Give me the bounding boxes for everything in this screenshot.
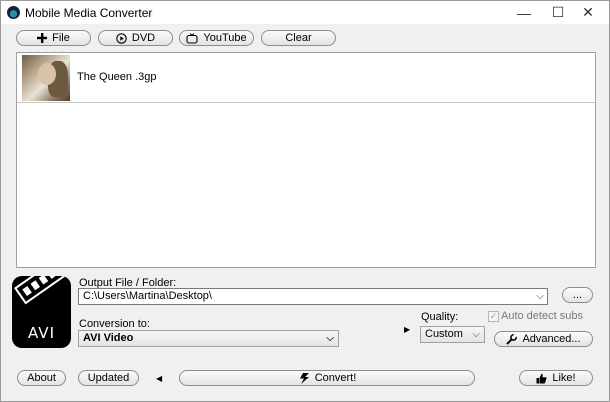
dvd-label: DVD (131, 32, 156, 44)
convert-label: Convert! (314, 372, 357, 384)
youtube-button[interactable]: YouTube (179, 30, 254, 46)
about-button[interactable]: About (17, 370, 66, 386)
add-file-button[interactable]: File (16, 30, 91, 46)
file-list[interactable]: The Queen .3gp (16, 52, 596, 268)
app-icon (7, 6, 20, 19)
window-title: Mobile Media Converter (25, 6, 153, 20)
chevron-down-icon: ⌵ (472, 329, 480, 340)
expand-right-icon[interactable]: ▶ (404, 325, 410, 334)
dvd-button[interactable]: DVD (98, 30, 173, 46)
clear-button[interactable]: Clear (261, 30, 336, 46)
output-path-field[interactable]: C:\Users\Martina\Desktop\ ⌵ (78, 288, 548, 305)
chevron-down-icon: ⌵ (326, 333, 334, 344)
clear-label: Clear (285, 32, 312, 44)
lightning-icon (298, 372, 310, 384)
format-logo-text: AVI (28, 324, 55, 342)
list-item[interactable]: The Queen .3gp (17, 53, 595, 103)
updated-label: Updated (87, 372, 130, 384)
like-button[interactable]: Like! (519, 370, 593, 386)
main-window: Mobile Media Converter — ☐ ✕ File DVD Yo… (0, 0, 610, 402)
wrench-icon (506, 333, 518, 345)
chevron-down-icon[interactable]: ⌵ (536, 289, 544, 304)
add-file-label: File (52, 32, 70, 44)
quality-label: Quality: (421, 311, 459, 323)
convert-button[interactable]: Convert! (179, 370, 475, 386)
film-strip-icon (14, 276, 71, 305)
updated-button[interactable]: Updated (78, 370, 139, 386)
quality-value: Custom (425, 328, 463, 340)
thumbs-up-icon (536, 373, 547, 384)
output-path-value: C:\Users\Martina\Desktop\ (83, 290, 212, 302)
conversion-select[interactable]: AVI Video ⌵ (78, 330, 339, 347)
advanced-label: Advanced... (522, 333, 581, 345)
plus-icon (37, 33, 48, 43)
auto-detect-subs-checkbox[interactable]: ✓ (488, 311, 499, 322)
collapse-left-icon[interactable]: ◀ (156, 374, 162, 383)
browse-label: ... (572, 289, 583, 301)
tv-icon (186, 32, 198, 44)
browse-button[interactable]: ... (562, 287, 593, 303)
video-thumbnail (22, 55, 70, 101)
like-label: Like! (552, 372, 576, 384)
disc-play-icon (116, 32, 127, 44)
conversion-label: Conversion to: (79, 318, 150, 330)
title-bar: Mobile Media Converter — ☐ ✕ (1, 1, 609, 24)
advanced-button[interactable]: Advanced... (494, 331, 593, 347)
quality-select[interactable]: Custom ⌵ (420, 326, 485, 343)
conversion-value: AVI Video (83, 332, 134, 344)
auto-detect-subs-label: Auto detect subs (501, 310, 583, 322)
about-label: About (27, 372, 56, 384)
close-button[interactable]: ✕ (565, 1, 610, 24)
file-name: The Queen .3gp (77, 71, 157, 83)
youtube-label: YouTube (203, 32, 247, 44)
format-logo: AVI (12, 276, 71, 348)
